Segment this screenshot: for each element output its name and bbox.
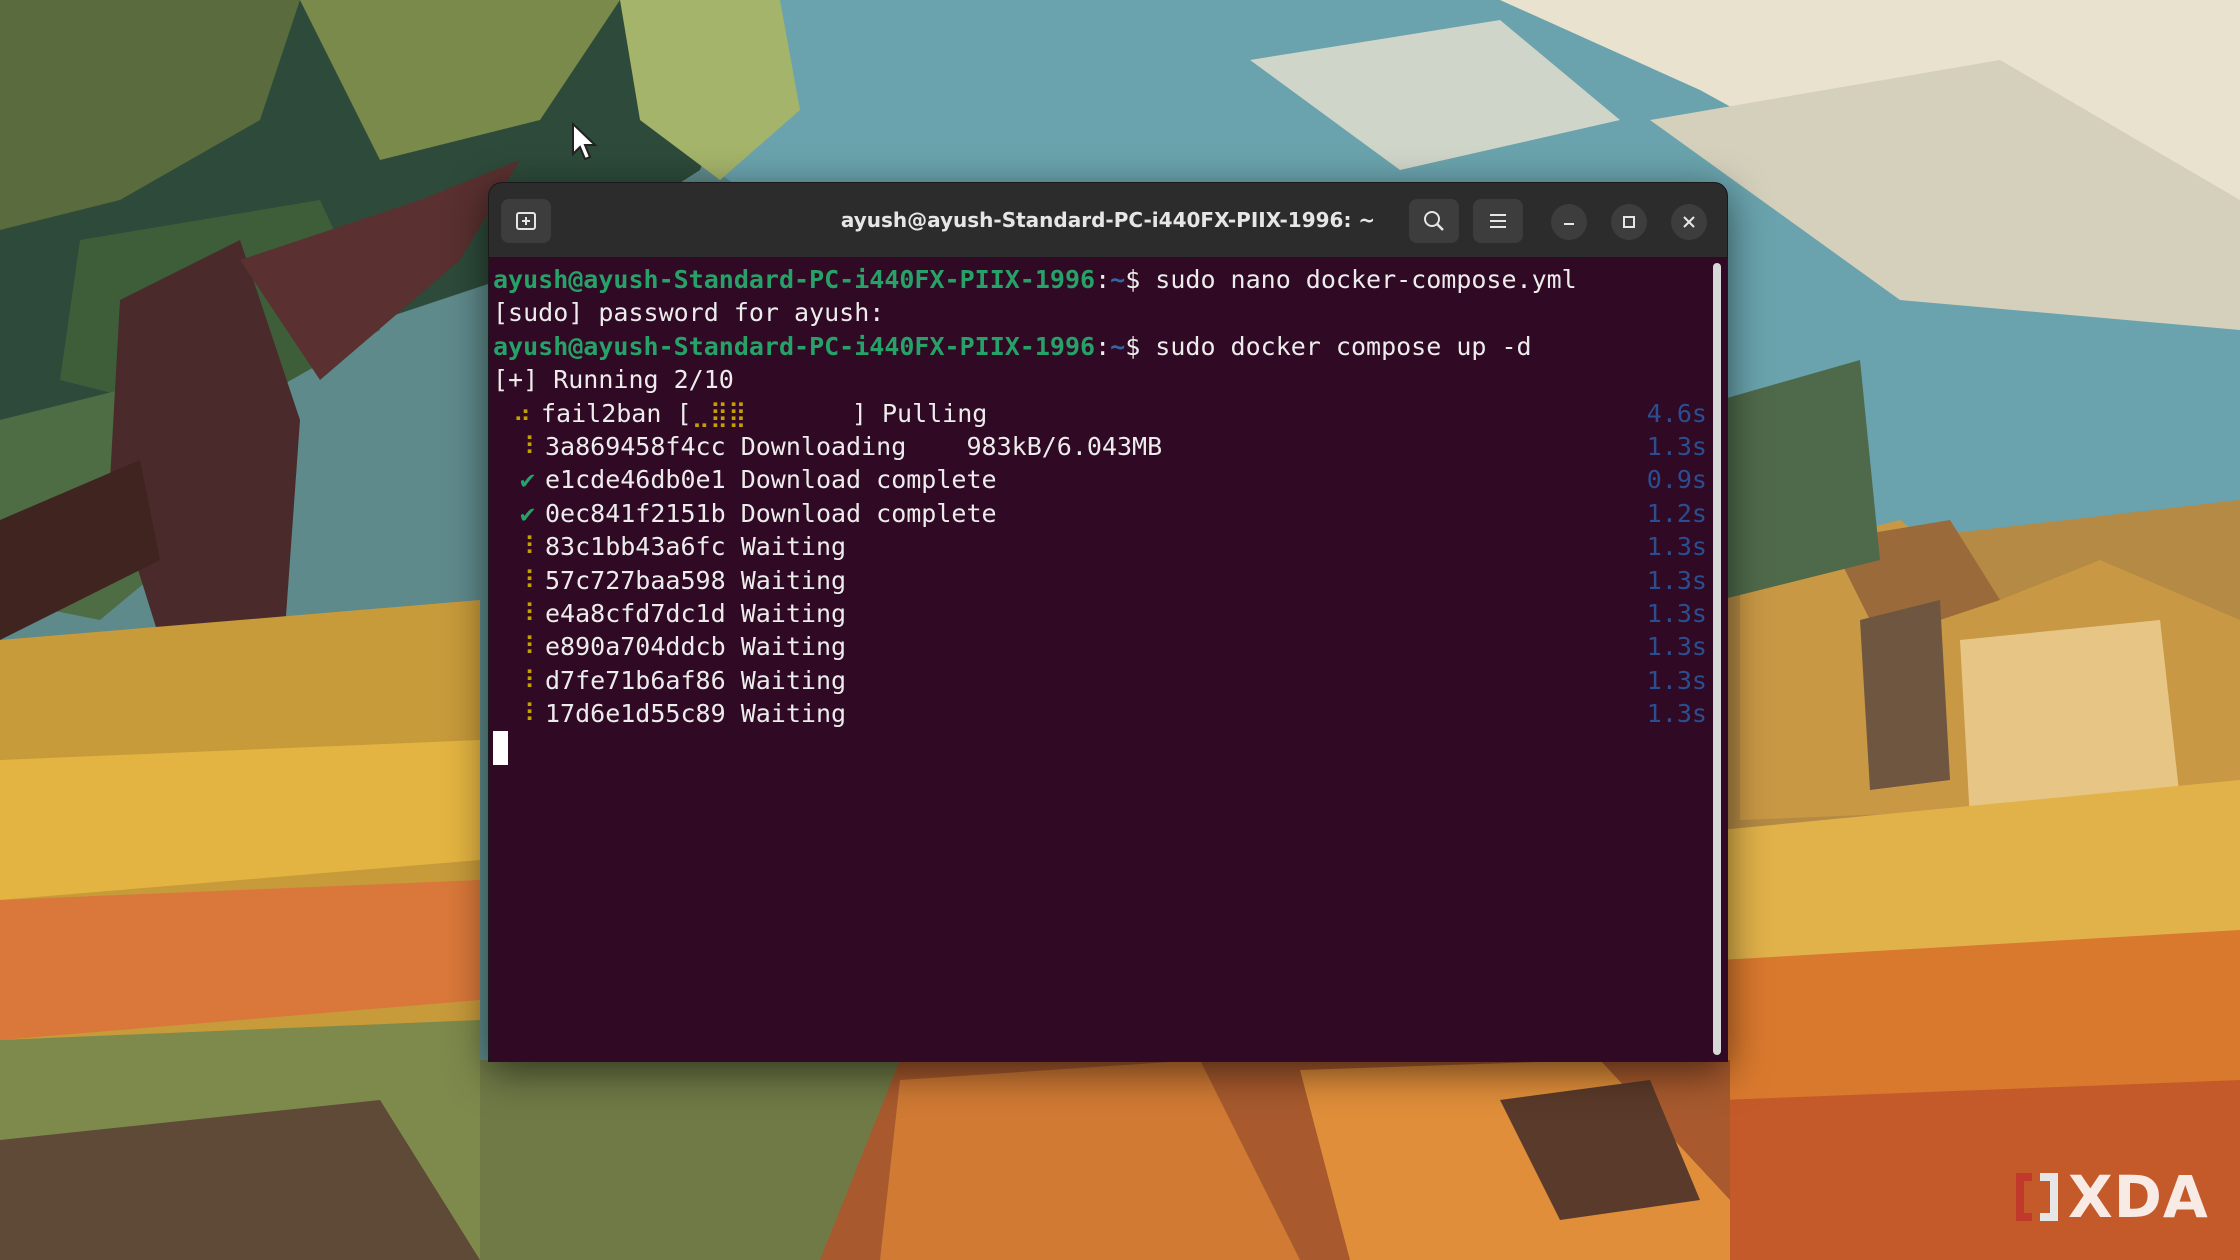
service-status: Pulling [881, 398, 988, 428]
check-icon: ✔ [519, 465, 535, 495]
layer-time: 1.3s [1646, 632, 1707, 662]
close-button[interactable] [1671, 204, 1707, 240]
prompt-symbol: $ [1125, 265, 1156, 294]
spinner-icon: ⠸ [516, 565, 535, 595]
service-pull-line: ⠴ fail2ban [⣀⣿⣿ ] Pulling 4.6s [493, 397, 1707, 430]
layer-status: Download complete [740, 498, 997, 528]
layer-status: Downloading [740, 431, 907, 461]
new-tab-icon [516, 212, 536, 230]
xda-watermark: XDA [2010, 1163, 2220, 1231]
mouse-pointer-icon [572, 122, 597, 161]
terminal-output[interactable]: ayush@ayush-Standard-PC-i440FX-PIIX-1996… [493, 263, 1707, 1061]
layer-status: Waiting [740, 699, 847, 729]
layer-line: ⠸ e890a704ddcb Waiting 1.3s [493, 630, 1707, 663]
window-title: ayush@ayush-Standard-PC-i440FX-PIIX-1996… [840, 208, 1376, 232]
terminal-window[interactable]: ayush@ayush-Standard-PC-i440FX-PIIX-1996… [488, 182, 1728, 1062]
layer-time: 1.3s [1646, 598, 1707, 628]
layer-line: ✔ e1cde46db0e1 Download complete 0.9s [493, 463, 1707, 496]
spinner-icon: ⠸ [516, 598, 535, 628]
layer-line: ✔ 0ec841f2151b Download complete 1.2s [493, 497, 1707, 530]
spinner-icon: ⠸ [516, 665, 535, 695]
prompt-path: ~ [1110, 265, 1126, 294]
layer-line: ⠸ d7fe71b6af86 Waiting 1.3s [493, 664, 1707, 697]
service-time: 4.6s [1646, 398, 1707, 428]
layer-status: Waiting [740, 665, 847, 695]
layer-time: 1.3s [1646, 565, 1707, 595]
prompt-separator: : [1095, 331, 1111, 361]
title-bar[interactable]: ayush@ayush-Standard-PC-i440FX-PIIX-1996… [489, 183, 1727, 257]
hamburger-menu-icon [1490, 214, 1506, 228]
layer-time: 1.3s [1646, 532, 1707, 562]
command-line-2: ayush@ayush-Standard-PC-i440FX-PIIX-1996… [493, 330, 1707, 363]
prompt-separator: : [1095, 265, 1111, 294]
new-tab-button[interactable] [501, 199, 551, 243]
cursor-line [493, 730, 1707, 766]
close-icon [1683, 216, 1695, 228]
spinner-icon: ⠸ [516, 532, 535, 562]
progress-bar-open: [ [676, 398, 692, 428]
service-name: fail2ban [541, 398, 662, 428]
layer-id: e4a8cfd7dc1d [545, 598, 726, 628]
layer-time: 1.3s [1646, 665, 1707, 695]
scrollbar[interactable] [1713, 263, 1721, 1055]
layer-id: e890a704ddcb [545, 632, 726, 662]
minimize-icon [1564, 223, 1574, 225]
progress-bar-glyphs: ⣀⣿⣿ [691, 398, 747, 428]
layer-line: ⠸ 57c727baa598 Waiting 1.3s [493, 564, 1707, 597]
search-button[interactable] [1409, 199, 1459, 243]
watermark-text: XDA [2068, 1163, 2209, 1231]
search-icon [1424, 211, 1444, 231]
layer-id: d7fe71b6af86 [545, 665, 726, 695]
layer-status: Download complete [740, 465, 997, 495]
layer-time: 1.3s [1646, 699, 1707, 729]
layer-time: 1.3s [1646, 431, 1707, 461]
spinner-icon: ⠸ [516, 632, 535, 662]
layer-line: ⠸ 17d6e1d55c89 Waiting 1.3s [493, 697, 1707, 730]
spinner-icon: ⠸ [516, 431, 535, 461]
layer-status: Waiting [740, 632, 847, 662]
prompt-path: ~ [1110, 331, 1126, 361]
layer-id: 57c727baa598 [545, 565, 726, 595]
command-text: sudo nano docker-compose.yml [1155, 265, 1577, 294]
layer-id: 3a869458f4cc [545, 431, 726, 461]
text-cursor [493, 731, 508, 766]
prompt-symbol: $ [1125, 331, 1156, 361]
layer-line: ⠸ e4a8cfd7dc1d Waiting 1.3s [493, 597, 1707, 630]
layer-detail: 983kB/6.043MB [966, 431, 1163, 461]
sudo-password-line: [sudo] password for ayush: [493, 298, 885, 328]
menu-button[interactable] [1473, 199, 1523, 243]
command-line-1: ayush@ayush-Standard-PC-i440FX-PIIX-1996… [493, 263, 1707, 296]
layer-line: ⠸ 83c1bb43a6fc Waiting 1.3s [493, 530, 1707, 563]
spinner-icon: ⠸ [516, 699, 535, 729]
layer-status: Waiting [740, 565, 847, 595]
layer-id: 0ec841f2151b [545, 498, 726, 528]
layer-time: 0.9s [1646, 465, 1707, 495]
check-icon: ✔ [519, 498, 535, 528]
layer-id: e1cde46db0e1 [545, 465, 726, 495]
prompt-user: ayush@ayush-Standard-PC-i440FX-PIIX-1996 [493, 265, 1096, 294]
layer-line: ⠸ 3a869458f4cc Downloading 983kB/6.043MB 1… [493, 430, 1707, 463]
running-status-line: [+] Running 2/10 [493, 365, 734, 395]
layer-id: 83c1bb43a6fc [545, 532, 726, 562]
maximize-icon [1623, 216, 1635, 228]
prompt-user: ayush@ayush-Standard-PC-i440FX-PIIX-1996 [493, 331, 1096, 361]
maximize-button[interactable] [1611, 204, 1647, 240]
layer-status: Waiting [740, 532, 847, 562]
layer-time: 1.2s [1646, 498, 1707, 528]
xda-logo-icon [2016, 1173, 2058, 1221]
layer-id: 17d6e1d55c89 [545, 699, 726, 729]
layer-status: Waiting [740, 598, 847, 628]
command-text: sudo docker compose up -d [1155, 331, 1532, 361]
minimize-button[interactable] [1551, 204, 1587, 240]
spinner-icon: ⠴ [512, 398, 531, 428]
progress-bar-close: ] [851, 398, 867, 428]
